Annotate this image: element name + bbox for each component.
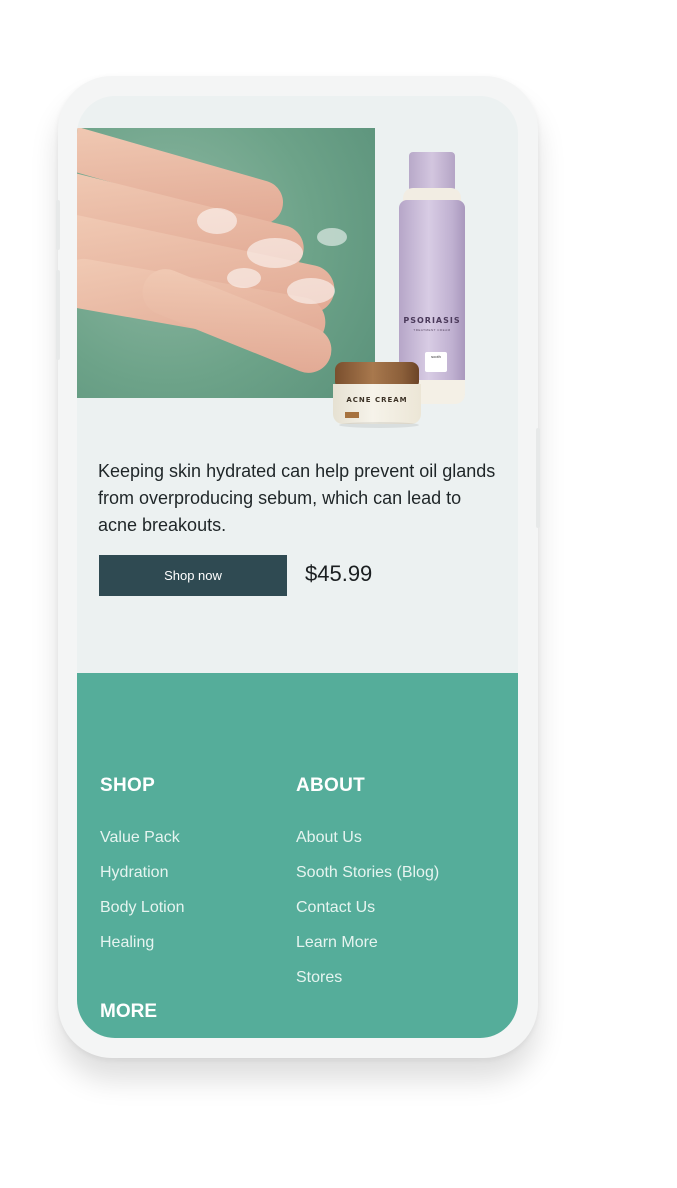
acne-cream-jar-image: ACNE CREAM [333, 362, 421, 428]
phone-screen: PSORIASIS TREATMENT CREAM sooth ACNE CRE… [77, 96, 518, 1038]
footer-link-value-pack[interactable]: Value Pack [100, 820, 185, 855]
footer-link-blog[interactable]: Sooth Stories (Blog) [296, 855, 439, 890]
phone-side-button [56, 270, 60, 360]
footer-link-learn-more[interactable]: Learn More [296, 925, 439, 960]
footer-about-column: ABOUT About Us Sooth Stories (Blog) Cont… [296, 775, 439, 995]
footer-link-hydration[interactable]: Hydration [100, 855, 185, 890]
footer-more-heading[interactable]: MORE [100, 1001, 157, 1023]
shop-now-button[interactable]: Shop now [99, 555, 287, 596]
footer-about-heading: ABOUT [296, 775, 366, 796]
bottle-sublabel: TREATMENT CREAM [413, 328, 451, 332]
footer-shop-heading: SHOP [100, 775, 156, 796]
footer-shop-column: SHOP Value Pack Hydration Body Lotion He… [100, 775, 185, 960]
footer-link-healing[interactable]: Healing [100, 925, 185, 960]
footer-link-body-lotion[interactable]: Body Lotion [100, 890, 185, 925]
footer-link-stores[interactable]: Stores [296, 960, 439, 995]
phone-power-button [536, 428, 540, 528]
bottle-sticker: sooth [425, 352, 447, 372]
footer-link-contact-us[interactable]: Contact Us [296, 890, 439, 925]
product-price: $45.99 [305, 561, 373, 586]
site-footer: SHOP Value Pack Hydration Body Lotion He… [77, 673, 518, 1038]
hero-image-hands-washing [77, 128, 375, 398]
bottle-label: PSORIASIS [403, 316, 461, 325]
phone-side-button [56, 200, 60, 250]
jar-label: ACNE CREAM [346, 396, 408, 404]
footer-link-about-us[interactable]: About Us [296, 820, 439, 855]
product-description: Keeping skin hydrated can help prevent o… [98, 461, 496, 535]
